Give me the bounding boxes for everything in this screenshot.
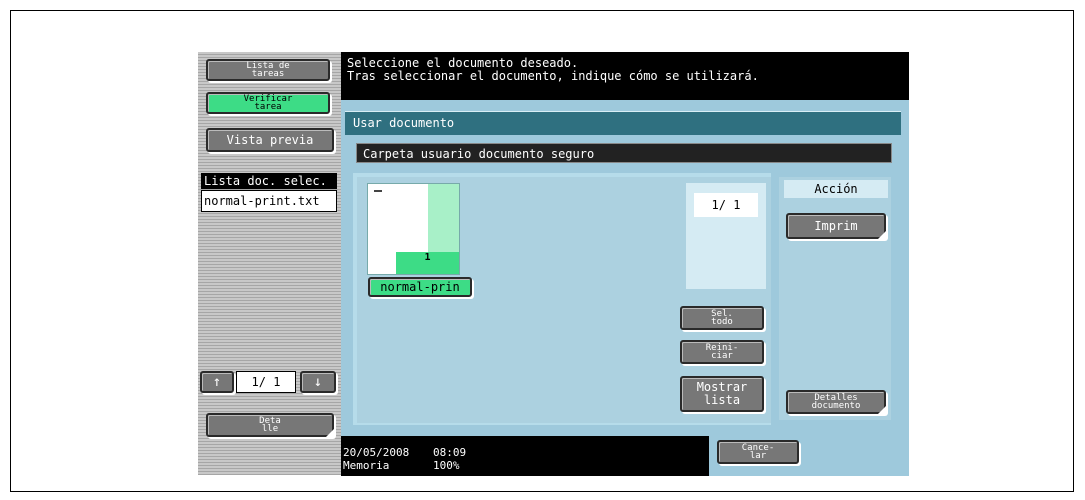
message-line-2: Tras seleccionar el documento, indique c…: [347, 69, 759, 83]
document-thumbnail[interactable]: 1: [367, 183, 460, 275]
preview-button[interactable]: Vista previa: [206, 128, 334, 152]
memory-value: 100%: [433, 459, 460, 472]
show-list-label: Mostrar lista: [696, 380, 748, 407]
page-counter: 1/ 1: [694, 193, 758, 217]
reset-label: Reini- ciar: [705, 343, 739, 361]
arrow-down-icon: ↓: [313, 374, 323, 390]
memory-label: Memoria: [343, 459, 390, 472]
document-details-label: Detalles documento: [811, 393, 861, 411]
job-list-label: Lista de tareas: [246, 61, 290, 79]
select-all-label: Sel. todo: [711, 309, 733, 327]
document-details-button[interactable]: Detalles documento: [786, 390, 886, 414]
detail-button[interactable]: Deta lle: [206, 413, 334, 437]
corner-triangle-icon: [878, 231, 886, 239]
detail-label: Deta lle: [259, 416, 281, 434]
print-label: Imprim: [814, 219, 858, 233]
selected-list-header: Lista doc. selec.: [201, 173, 337, 189]
corner-triangle-icon: [878, 406, 886, 414]
job-list-button[interactable]: Lista de tareas: [206, 59, 330, 81]
preview-label: Vista previa: [226, 133, 314, 147]
page-up-button[interactable]: ↑: [200, 371, 234, 393]
show-list-button[interactable]: Mostrar lista: [680, 376, 764, 412]
corner-triangle-icon: [326, 429, 334, 437]
document-name: normal-prin: [380, 280, 460, 294]
check-job-button[interactable]: Verificar tarea: [206, 92, 330, 114]
select-all-button[interactable]: Sel. todo: [680, 306, 764, 330]
cancel-button[interactable]: Cance- lar: [717, 440, 799, 464]
cancel-label: Cance- lar: [741, 443, 775, 461]
sidebar-page-indicator: 1/ 1: [236, 371, 296, 393]
check-job-label: Verificar tarea: [243, 94, 293, 112]
thumbnail-text-line: [374, 190, 382, 192]
status-date: 20/05/2008: [343, 446, 410, 459]
action-header: Acción: [784, 180, 888, 198]
document-name-button[interactable]: normal-prin: [368, 277, 472, 297]
status-time: 08:09: [433, 446, 467, 459]
arrow-up-icon: ↑: [212, 374, 222, 390]
reset-button[interactable]: Reini- ciar: [680, 340, 764, 364]
folder-bar: Carpeta usuario documento seguro: [356, 143, 892, 163]
page-down-button[interactable]: ↓: [300, 371, 336, 393]
sidebar: [198, 52, 341, 475]
status-bar: 20/05/2008 08:09 Memoria 100%: [341, 436, 709, 476]
document-badge: 1: [396, 252, 459, 274]
panel-title: Usar documento: [345, 111, 901, 135]
print-button[interactable]: Imprim: [786, 213, 886, 239]
message-bar: Seleccione el documento deseado. Tras se…: [341, 52, 909, 100]
selected-list-item[interactable]: normal-print.txt: [201, 190, 337, 212]
